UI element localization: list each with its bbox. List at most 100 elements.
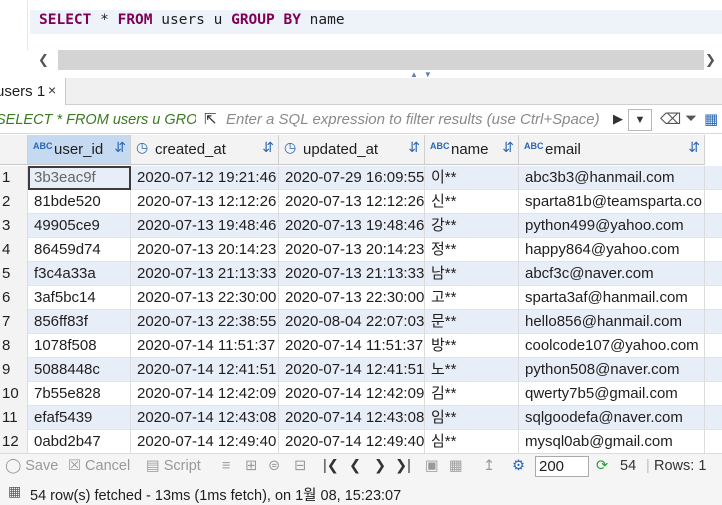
cell-user-id[interactable]: 3af5bc14 bbox=[28, 286, 131, 310]
cell-updated-at[interactable]: 2020-07-13 19:48:46 bbox=[279, 214, 425, 238]
cell-user-id[interactable]: 7b55e828 bbox=[28, 382, 131, 406]
row-number[interactable]: 9 bbox=[0, 358, 28, 382]
cell-name[interactable]: 김** bbox=[425, 382, 519, 406]
cell-name[interactable]: 문** bbox=[425, 310, 519, 334]
cell-user-id[interactable]: 81bde520 bbox=[28, 190, 131, 214]
close-icon[interactable]: × bbox=[48, 82, 56, 98]
script-button[interactable]: ▤ Script bbox=[146, 458, 201, 474]
cell-name[interactable]: 정** bbox=[425, 238, 519, 262]
cell-created-at[interactable]: 2020-07-14 11:51:37 bbox=[131, 334, 279, 358]
fetch-size-input[interactable]: 200 bbox=[535, 456, 589, 477]
apply-filter-icon[interactable]: ▶ bbox=[613, 111, 623, 127]
table-row[interactable]: 4 86459d74 2020-07-13 20:14:23 2020-07-13 2… bbox=[0, 238, 722, 262]
row-number[interactable]: 7 bbox=[0, 310, 28, 334]
filter-sort-icon[interactable]: ⇵ bbox=[262, 139, 274, 156]
row-number[interactable]: 6 bbox=[0, 286, 28, 310]
last-page-icon[interactable]: ❯| bbox=[395, 458, 411, 474]
cell-created-at[interactable]: 2020-07-14 12:42:09 bbox=[131, 382, 279, 406]
cell-created-at[interactable]: 2020-07-13 21:13:33 bbox=[131, 262, 279, 286]
table-row[interactable]: 9 5088448c 2020-07-14 12:41:51 2020-07-14 1… bbox=[0, 358, 722, 382]
filter-sort-icon[interactable]: ⇵ bbox=[502, 139, 514, 156]
result-grid[interactable]: ABC user_id ⇵ ◷ created_at ⇵ ◷ updated_a… bbox=[0, 135, 722, 453]
cell-name[interactable]: 남** bbox=[425, 262, 519, 286]
gear-icon[interactable]: ⚙ bbox=[512, 458, 525, 474]
scroll-thumb[interactable] bbox=[58, 50, 704, 70]
cancel-button[interactable]: ☒ Cancel bbox=[68, 458, 130, 474]
cell-created-at[interactable]: 2020-07-14 12:49:40 bbox=[131, 430, 279, 453]
cell-created-at[interactable]: 2020-07-12 19:21:46 bbox=[131, 166, 279, 190]
cell-updated-at[interactable]: 2020-07-29 16:09:55 bbox=[279, 166, 425, 190]
filter-input[interactable]: Enter a SQL expression to filter results… bbox=[226, 111, 600, 128]
cell-updated-at[interactable]: 2020-07-13 20:14:23 bbox=[279, 238, 425, 262]
export-icon[interactable]: ↥ bbox=[483, 458, 495, 474]
cell-name[interactable]: 심** bbox=[425, 430, 519, 453]
cell-name[interactable]: 강** bbox=[425, 214, 519, 238]
table-row[interactable]: 3 49905ce9 2020-07-13 19:48:46 2020-07-13 1… bbox=[0, 214, 722, 238]
row-number[interactable]: 8 bbox=[0, 334, 28, 358]
editor-horizontal-scrollbar[interactable]: ❮ ❯ bbox=[0, 50, 722, 70]
filter-history-dropdown[interactable]: ▼ bbox=[628, 109, 652, 131]
cell-email[interactable]: mysql0ab@gmail.com bbox=[519, 430, 705, 453]
copy-row-icon[interactable]: ⊜ bbox=[268, 458, 280, 474]
cell-name[interactable]: 임** bbox=[425, 406, 519, 430]
cell-user-id[interactable]: 0abd2b47 bbox=[28, 430, 131, 453]
cell-user-id[interactable]: 5088448c bbox=[28, 358, 131, 382]
cell-user-id[interactable]: 3b3eac9f bbox=[28, 166, 131, 190]
cell-name[interactable]: 고** bbox=[425, 286, 519, 310]
cell-updated-at[interactable]: 2020-07-14 12:42:09 bbox=[279, 382, 425, 406]
cell-name[interactable]: 신** bbox=[425, 190, 519, 214]
scroll-left-icon[interactable]: ❮ bbox=[38, 52, 49, 68]
first-page-icon[interactable]: |❮ bbox=[323, 458, 339, 474]
column-header-updated-at[interactable]: ◷ updated_at ⇵ bbox=[279, 135, 425, 165]
cell-updated-at[interactable]: 2020-07-13 12:12:26 bbox=[279, 190, 425, 214]
table-row[interactable]: 11 efaf5439 2020-07-14 12:43:08 2020-07-14 … bbox=[0, 406, 722, 430]
row-number[interactable]: 12 bbox=[0, 430, 28, 453]
table-row[interactable]: 8 1078f508 2020-07-14 11:51:37 2020-07-14 1… bbox=[0, 334, 722, 358]
filter-settings-icon[interactable]: ⏷ bbox=[685, 110, 697, 127]
cell-name[interactable]: 방** bbox=[425, 334, 519, 358]
column-header-user-id[interactable]: ABC user_id ⇵ bbox=[28, 135, 131, 165]
column-header-name[interactable]: ABC name ⇵ bbox=[425, 135, 519, 165]
cell-email[interactable]: sqlgoodefa@naver.com bbox=[519, 406, 705, 430]
cell-updated-at[interactable]: 2020-07-13 22:30:00 bbox=[279, 286, 425, 310]
table-row[interactable]: 2 81bde520 2020-07-13 12:12:26 2020-07-13 1… bbox=[0, 190, 722, 214]
edit-row-icon[interactable]: ≡ bbox=[222, 458, 230, 474]
cell-created-at[interactable]: 2020-07-13 12:12:26 bbox=[131, 190, 279, 214]
row-number-header[interactable] bbox=[0, 135, 28, 165]
cell-created-at[interactable]: 2020-07-14 12:43:08 bbox=[131, 406, 279, 430]
cell-created-at[interactable]: 2020-07-13 19:48:46 bbox=[131, 214, 279, 238]
filter-sort-icon[interactable]: ⇵ bbox=[688, 139, 700, 156]
scroll-right-icon[interactable]: ❯ bbox=[705, 52, 716, 68]
column-header-email[interactable]: ABC email ⇵ bbox=[519, 135, 705, 165]
cell-updated-at[interactable]: 2020-07-13 21:13:33 bbox=[279, 262, 425, 286]
cell-user-id[interactable]: 1078f508 bbox=[28, 334, 131, 358]
cell-user-id[interactable]: 856ff83f bbox=[28, 310, 131, 334]
row-number[interactable]: 10 bbox=[0, 382, 28, 406]
cell-email[interactable]: qwerty7b5@gmail.com bbox=[519, 382, 705, 406]
cell-name[interactable]: 노** bbox=[425, 358, 519, 382]
table-row[interactable]: 10 7b55e828 2020-07-14 12:42:09 2020-07-14 … bbox=[0, 382, 722, 406]
cell-user-id[interactable]: f3c4a33a bbox=[28, 262, 131, 286]
panel-splitter[interactable]: ▲▼ bbox=[0, 70, 722, 79]
cell-user-id[interactable]: 49905ce9 bbox=[28, 214, 131, 238]
panels-icon[interactable]: ▦ bbox=[704, 110, 718, 128]
previous-page-icon[interactable]: ❮ bbox=[349, 458, 361, 474]
sql-code-line[interactable]: SELECT * FROM users u GROUP BY name bbox=[39, 12, 345, 28]
filter-sort-icon[interactable]: ⇵ bbox=[408, 139, 420, 156]
refresh-icon[interactable]: ⟳ bbox=[596, 458, 608, 474]
cell-email[interactable]: python508@naver.com bbox=[519, 358, 705, 382]
cell-updated-at[interactable]: 2020-08-04 22:07:03 bbox=[279, 310, 425, 334]
grid-view-icon[interactable]: ▣ bbox=[425, 458, 439, 474]
row-number[interactable]: 4 bbox=[0, 238, 28, 262]
cell-updated-at[interactable]: 2020-07-14 12:43:08 bbox=[279, 406, 425, 430]
next-page-icon[interactable]: ❯ bbox=[374, 458, 386, 474]
cell-updated-at[interactable]: 2020-07-14 12:41:51 bbox=[279, 358, 425, 382]
cell-updated-at[interactable]: 2020-07-14 12:49:40 bbox=[279, 430, 425, 453]
cell-user-id[interactable]: 86459d74 bbox=[28, 238, 131, 262]
tab-users-1[interactable]: users 1 × bbox=[0, 78, 66, 105]
row-number[interactable]: 2 bbox=[0, 190, 28, 214]
cell-created-at[interactable]: 2020-07-13 20:14:23 bbox=[131, 238, 279, 262]
cell-email[interactable]: sparta81b@teamsparta.co bbox=[519, 190, 705, 214]
row-number[interactable]: 1 bbox=[0, 166, 28, 190]
cell-email[interactable]: abc3b3@hanmail.com bbox=[519, 166, 705, 190]
